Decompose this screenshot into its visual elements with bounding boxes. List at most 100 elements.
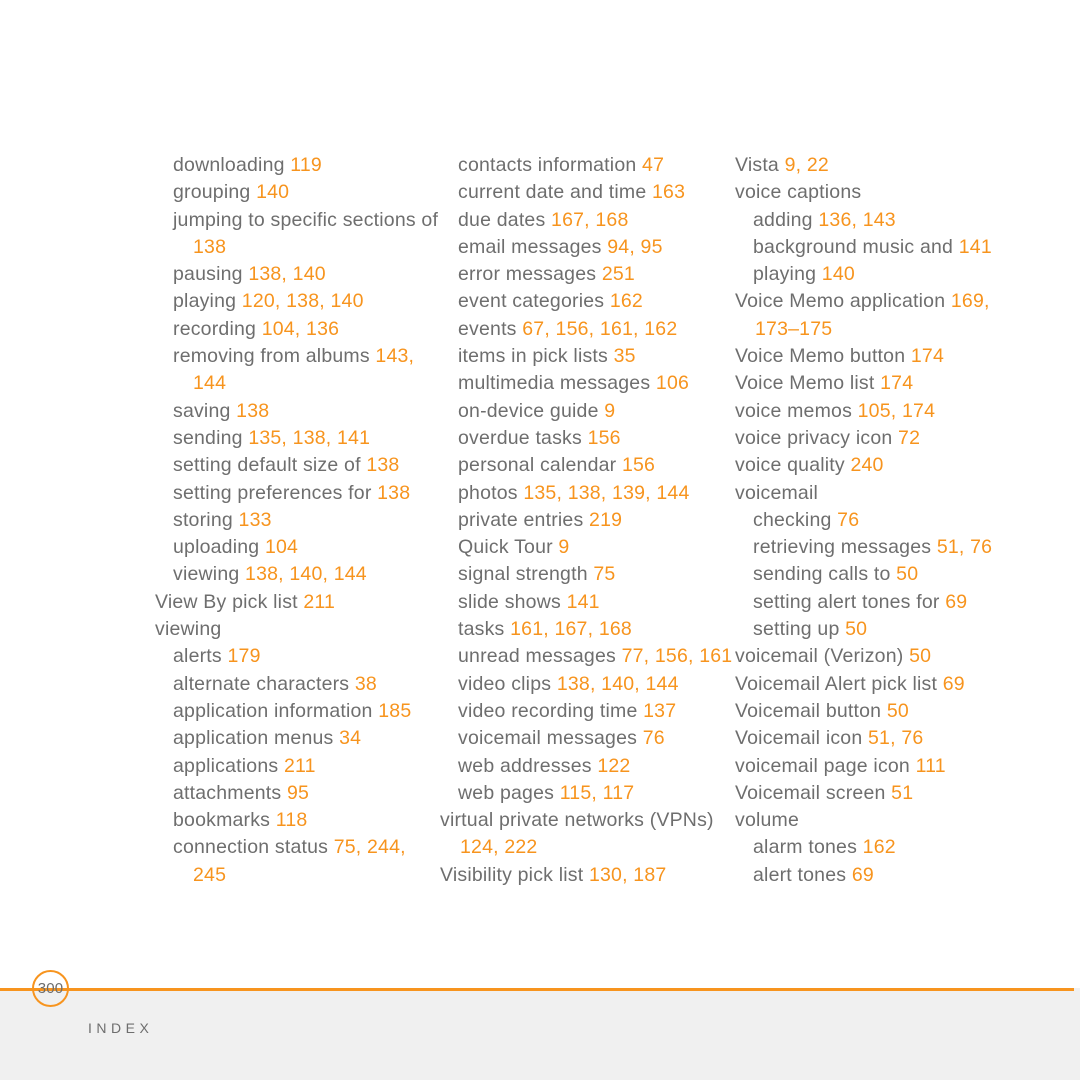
index-entry: uploading 104 xyxy=(173,534,440,561)
index-entry-pages: 50 xyxy=(886,699,909,722)
index-entry-pages: 133 xyxy=(238,508,272,531)
index-entry: viewing 138, 140, 144 xyxy=(173,561,440,588)
index-entry-label: applications xyxy=(173,754,279,777)
index-entry: voicemail xyxy=(735,480,1030,507)
index-entry-pages: 76 xyxy=(642,727,665,750)
index-entry-label: signal strength xyxy=(458,563,588,586)
index-entry-label: View By pick list xyxy=(155,590,298,613)
index-entry: Voicemail Alert pick list 69 xyxy=(735,671,1030,698)
index-entry: alert tones 69 xyxy=(753,862,1030,889)
index-entry-pages: 167, 168 xyxy=(551,208,629,231)
index-entry-pages: 163 xyxy=(652,181,686,204)
index-entry-pages: 95 xyxy=(287,781,310,804)
index-entry-pages: 47 xyxy=(642,154,665,176)
index-entry-label: alternate characters xyxy=(173,672,350,695)
index-entry-pages: 135, 138, 141 xyxy=(248,426,371,449)
index-entry-pages: 9 xyxy=(558,536,570,559)
index-entry-label: application menus xyxy=(173,727,334,750)
index-entry: jumping to specific sections of 138 xyxy=(173,207,440,262)
index-entry-pages: 211 xyxy=(283,754,316,777)
index-entry: Voicemail button 50 xyxy=(735,698,1030,725)
index-entry-label: alarm tones xyxy=(753,836,858,859)
index-entry-label: due dates xyxy=(458,208,546,231)
index-entry-pages: 219 xyxy=(589,508,623,531)
index-entry-label: voice captions xyxy=(735,181,862,204)
index-entry: sending 135, 138, 141 xyxy=(173,425,440,452)
index-entry-pages: 75 xyxy=(593,563,616,586)
index-entry-label: on-device guide xyxy=(458,399,599,422)
index-entry-label: events xyxy=(458,317,517,340)
index-entry-label: recording xyxy=(173,317,257,340)
index-entry: voicemail (Verizon) 50 xyxy=(735,643,1030,670)
index-entry: video recording time 137 xyxy=(458,698,735,725)
index-entry-label: video clips xyxy=(458,672,552,695)
index-entry-label: removing from albums xyxy=(173,345,370,368)
index-entry-label: virtual private networks (VPNs) xyxy=(440,809,714,832)
index-entry-pages: 161, 167, 168 xyxy=(510,618,632,641)
index-entry-label: voice memos xyxy=(735,399,853,422)
index-entry-label: Quick Tour xyxy=(458,536,553,559)
index-entry: adding 136, 143 xyxy=(753,207,1030,234)
index-page: downloading 119 grouping 140 jumping to sp… xyxy=(0,0,1080,988)
index-entry: connection status 75, 244, 245 xyxy=(173,834,440,889)
index-entry: retrieving messages 51, 76 xyxy=(753,534,1030,561)
index-entry: checking 76 xyxy=(753,507,1030,534)
index-entry-label: setting default size of xyxy=(173,454,361,477)
index-entry: voicemail page icon 111 xyxy=(735,753,1030,780)
index-entry-pages: 240 xyxy=(850,454,884,477)
index-entry-label: saving xyxy=(173,399,231,422)
index-entry: voice captions xyxy=(735,179,1030,206)
index-entry: error messages 251 xyxy=(458,261,735,288)
index-entry-label: setting up xyxy=(753,618,840,641)
index-entry-label: web addresses xyxy=(458,754,592,777)
index-entry-label: viewing xyxy=(173,563,240,586)
index-entry-pages: 69 xyxy=(851,863,874,886)
index-entry-pages: 138 xyxy=(366,454,400,477)
index-entry-pages: 50 xyxy=(845,618,868,641)
index-entry-pages: 9, 22 xyxy=(784,154,829,176)
index-entry-pages: 138 xyxy=(377,481,411,504)
index-entry-pages: 115, 117 xyxy=(559,781,635,804)
index-entry-label: setting alert tones for xyxy=(753,590,940,613)
index-entry: alarm tones 162 xyxy=(753,834,1030,861)
index-entry-pages: 111 xyxy=(915,754,946,777)
index-entry-label: sending calls to xyxy=(753,563,891,586)
index-entry-label: web pages xyxy=(458,781,555,804)
index-entry: unread messages 77, 156, 161 xyxy=(458,643,735,670)
index-entry-pages: 140 xyxy=(256,181,290,204)
index-entry: private entries 219 xyxy=(458,507,735,534)
index-entry-pages: 130, 187 xyxy=(588,863,667,886)
index-entry-pages: 162 xyxy=(609,290,643,313)
index-entry: viewing xyxy=(155,616,440,643)
index-entry-pages: 51 xyxy=(891,781,914,804)
index-entry-label: voicemail messages xyxy=(458,727,638,750)
footer-rule xyxy=(0,988,1074,991)
index-entry-pages: 104, 136 xyxy=(261,317,340,340)
index-entry: email messages 94, 95 xyxy=(458,234,735,261)
index-entry: photos 135, 138, 139, 144 xyxy=(458,480,735,507)
index-entry-pages: 106 xyxy=(655,372,690,395)
index-entry-label: email messages xyxy=(458,235,602,258)
index-entry: Visibility pick list 130, 187 xyxy=(440,862,735,889)
index-entry-label: Voice Memo application xyxy=(735,290,946,313)
index-entry-pages: 211 xyxy=(303,590,336,613)
index-entry: saving 138 xyxy=(173,398,440,425)
index-entry-pages: 77, 156, 161 xyxy=(621,645,733,668)
index-entry-label: Voicemail icon xyxy=(735,727,863,750)
index-entry-label: background music and xyxy=(753,235,954,258)
index-entry-label: connection status xyxy=(173,836,329,859)
index-entry: alerts 179 xyxy=(173,643,440,670)
index-entry-pages: 9 xyxy=(604,399,616,422)
index-entry-label: voicemail page icon xyxy=(735,754,910,777)
index-entry: Voicemail screen 51 xyxy=(735,780,1030,807)
index-entry: signal strength 75 xyxy=(458,561,735,588)
index-entry: tasks 161, 167, 168 xyxy=(458,616,735,643)
index-entry-label: multimedia messages xyxy=(458,372,651,395)
index-entry-label: overdue tasks xyxy=(458,426,582,449)
index-entry-label: slide shows xyxy=(458,590,561,613)
index-entry: slide shows 141 xyxy=(458,589,735,616)
index-entry: event categories 162 xyxy=(458,288,735,315)
index-entry: on-device guide 9 xyxy=(458,398,735,425)
index-entry-pages: 138, 140, 144 xyxy=(556,672,679,695)
index-entry: setting default size of 138 xyxy=(173,452,440,479)
